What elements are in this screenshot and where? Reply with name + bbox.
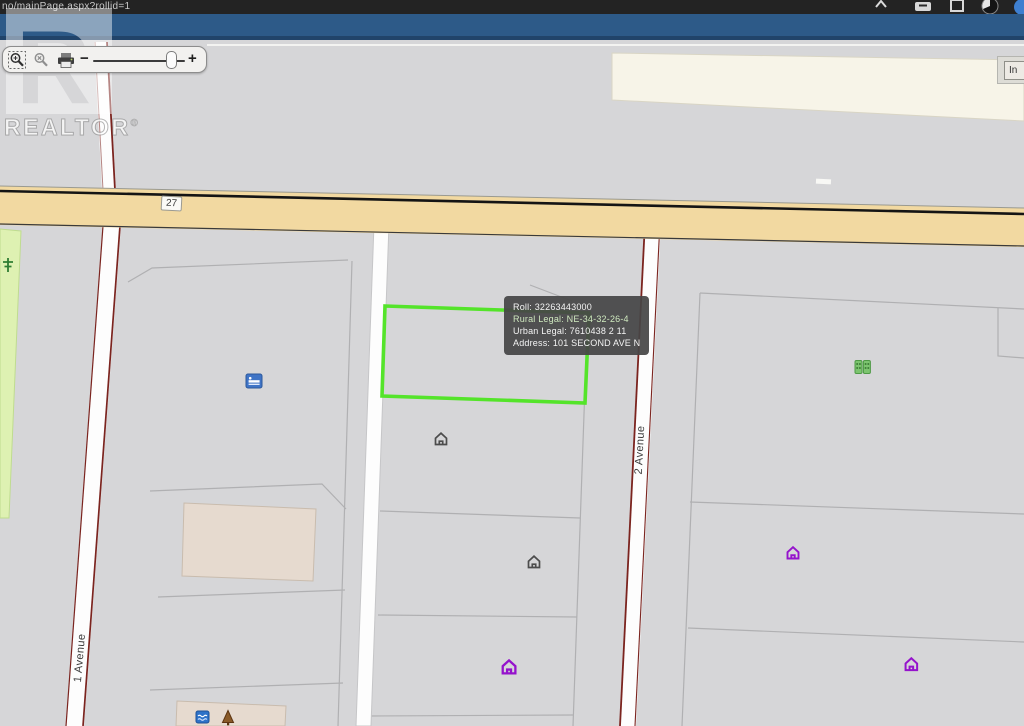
- tooltip-rural-legal: Rural Legal: NE-34-32-26-4: [513, 313, 640, 325]
- caret-up-icon[interactable]: [873, 0, 889, 12]
- zoom-out-button[interactable]: −: [80, 50, 89, 68]
- map-canvas[interactable]: R: [0, 0, 1024, 726]
- tooltip-roll: Roll: 32263443000: [513, 301, 640, 313]
- badge-icon[interactable]: [1012, 0, 1024, 14]
- parcel-info-tooltip: Roll: 32263443000 Rural Legal: NE-34-32-…: [504, 296, 649, 355]
- print-tool-icon[interactable]: [56, 51, 74, 69]
- pool-icon[interactable]: [196, 711, 209, 723]
- window-icon[interactable]: [948, 0, 966, 14]
- address-text[interactable]: no/mainPage.aspx?rollid=1: [2, 1, 130, 12]
- gis-map-viewer: R: [0, 0, 1024, 726]
- profile-icon[interactable]: [980, 0, 1000, 14]
- tooltip-address: Address: 101 SECOND AVE N: [513, 337, 640, 349]
- downloads-tray-icon[interactable]: [913, 0, 933, 14]
- building-footprint-beige[interactable]: [182, 503, 316, 581]
- highway-shield: 27: [161, 195, 183, 211]
- zoom-rectangle-tool-icon[interactable]: [8, 51, 26, 69]
- map-background[interactable]: [0, 40, 1024, 726]
- small-white-mark: [816, 179, 831, 185]
- zoom-slider-thumb[interactable]: [166, 51, 177, 69]
- zoom-extent-tool-icon[interactable]: [32, 51, 50, 69]
- app-header-bar: [0, 14, 1024, 40]
- map-frame-edge: [207, 44, 1024, 46]
- browser-chrome-bar: no/mainPage.aspx?rollid=1: [0, 0, 1024, 14]
- zoom-in-button[interactable]: +: [188, 50, 197, 68]
- partial-button-frame: In: [997, 56, 1024, 84]
- map-toolbar: − +: [2, 46, 207, 73]
- partial-button[interactable]: In: [1004, 61, 1024, 80]
- road-label-2-avenue: 2 Avenue: [633, 425, 648, 474]
- tooltip-urban-legal: Urban Legal: 7610438 2 11: [513, 325, 640, 337]
- motel-icon[interactable]: [246, 374, 262, 388]
